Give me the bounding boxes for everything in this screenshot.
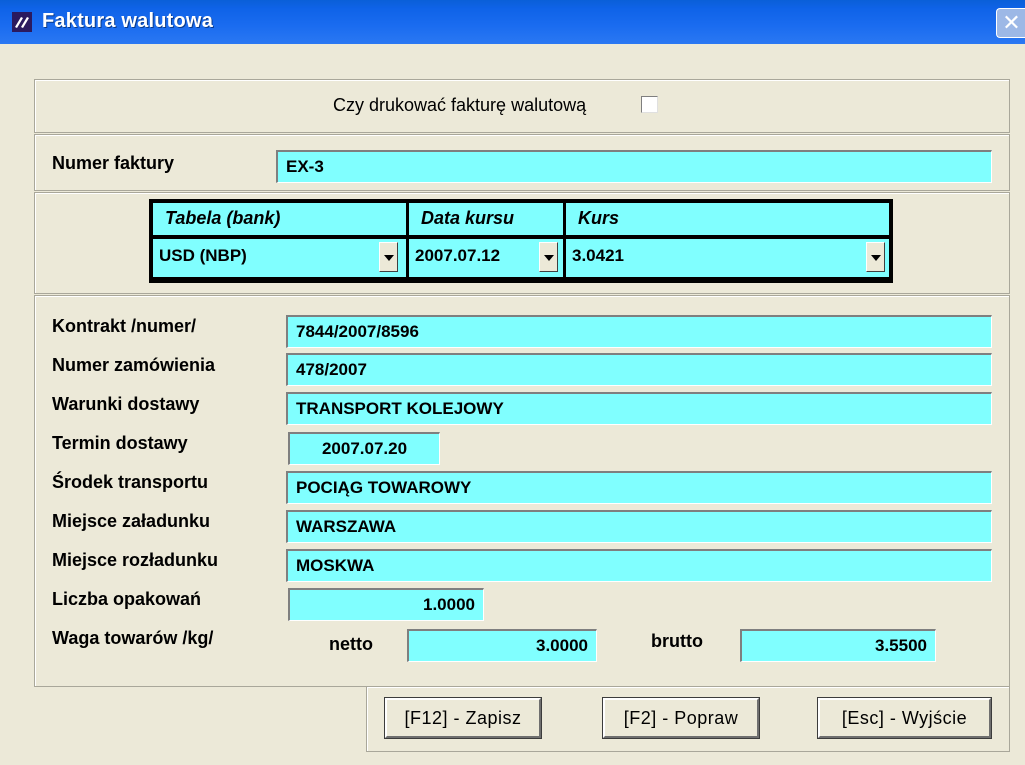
rate-date-select[interactable]: 2007.07.12 bbox=[409, 239, 563, 277]
loading-place-field[interactable]: WARSZAWA bbox=[286, 510, 992, 543]
brutto-label: brutto bbox=[651, 631, 703, 651]
brutto-field[interactable]: 3.5500 bbox=[740, 629, 936, 662]
header-rate: Kurs bbox=[566, 203, 889, 235]
delivery-date-label: Termin dostawy bbox=[52, 433, 188, 453]
netto-label: netto bbox=[329, 634, 373, 654]
window-title: Faktura walutowa bbox=[42, 10, 214, 32]
chevron-down-icon[interactable] bbox=[379, 242, 398, 272]
chevron-down-icon[interactable] bbox=[539, 242, 558, 272]
terms-label: Warunki dostawy bbox=[52, 394, 200, 414]
loading-place-label: Miejsce załadunku bbox=[52, 511, 211, 531]
close-icon[interactable]: ✕ bbox=[996, 8, 1025, 38]
delivery-date-field[interactable]: 2007.07.20 bbox=[288, 432, 440, 465]
terms-field[interactable]: TRANSPORT KOLEJOWY bbox=[286, 392, 992, 425]
table-bank-value: USD (NBP) bbox=[159, 246, 247, 265]
order-label: Numer zamówienia bbox=[52, 355, 216, 375]
contract-field[interactable]: 7844/2007/8596 bbox=[286, 315, 992, 348]
title-bar[interactable]: Faktura walutowa ✕ bbox=[0, 0, 1025, 44]
weight-label: Waga towarów /kg/ bbox=[52, 628, 214, 648]
invoice-number-label: Numer faktury bbox=[52, 153, 175, 173]
save-button[interactable]: [F12] - Zapisz bbox=[384, 697, 542, 739]
transport-label: Środek transportu bbox=[52, 472, 209, 492]
rate-value: 3.0421 bbox=[572, 246, 624, 265]
netto-field[interactable]: 3.0000 bbox=[407, 629, 597, 662]
header-rate-date: Data kursu bbox=[409, 203, 563, 235]
edit-button[interactable]: [F2] - Popraw bbox=[602, 697, 760, 739]
invoice-number-field[interactable]: EX-3 bbox=[276, 150, 992, 183]
packages-field[interactable]: 1.0000 bbox=[288, 588, 484, 621]
table-bank-select[interactable]: USD (NBP) bbox=[153, 239, 406, 277]
exchange-rate-grid: Tabela (bank) Data kursu Kurs USD (NBP) … bbox=[149, 199, 893, 283]
chevron-down-icon[interactable] bbox=[866, 242, 885, 272]
packages-label: Liczba opakowań bbox=[52, 589, 202, 609]
contract-label: Kontrakt /numer/ bbox=[52, 316, 197, 336]
rate-date-value: 2007.07.12 bbox=[415, 246, 501, 265]
print-checkbox[interactable] bbox=[641, 96, 658, 113]
invoice-window: Faktura walutowa ✕ Czy drukować fakturę … bbox=[0, 0, 1025, 765]
unloading-place-field[interactable]: MOSKWA bbox=[286, 549, 992, 582]
transport-field[interactable]: POCIĄG TOWAROWY bbox=[286, 471, 992, 504]
app-icon bbox=[12, 12, 32, 32]
print-option-label: Czy drukować fakturę walutową bbox=[333, 95, 587, 115]
header-table-bank: Tabela (bank) bbox=[153, 203, 406, 235]
order-field[interactable]: 478/2007 bbox=[286, 353, 992, 386]
unloading-place-label: Miejsce rozładunku bbox=[52, 550, 219, 570]
exit-button[interactable]: [Esc] - Wyjście bbox=[817, 697, 992, 739]
rate-select[interactable]: 3.0421 bbox=[566, 239, 889, 277]
